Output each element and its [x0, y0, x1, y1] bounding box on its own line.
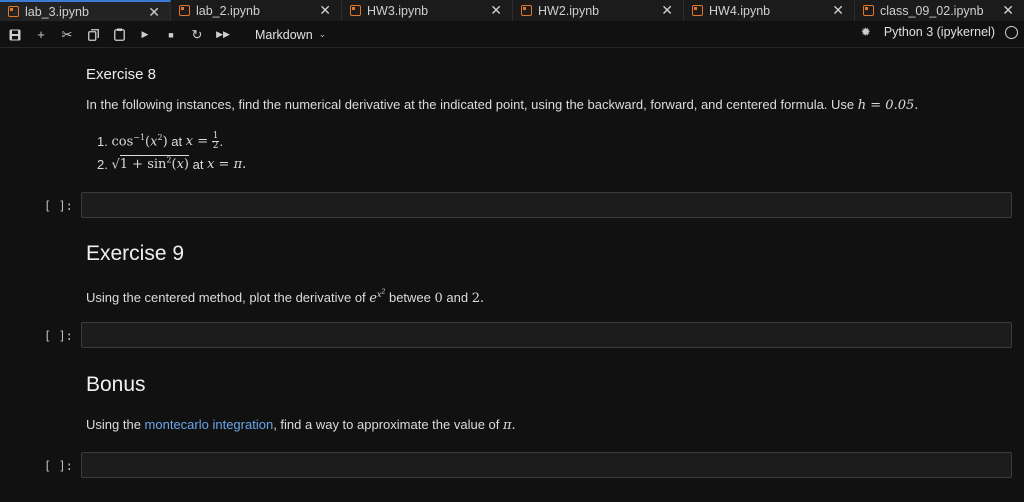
cell-type-value: Markdown [255, 27, 313, 42]
math-two: 2. [471, 290, 485, 306]
tab-label: HW4.ipynb [709, 3, 771, 18]
tab-hw2[interactable]: HW2.ipynb ✕ [513, 0, 684, 21]
chevron-down-icon: ⌄ [318, 29, 327, 39]
tab-label: HW3.ipynb [367, 3, 429, 18]
restart-icon[interactable]: ↻ [185, 24, 209, 46]
stop-icon[interactable]: ■ [159, 24, 183, 46]
item-number: 1. [97, 133, 108, 149]
close-icon[interactable]: ✕ [319, 2, 331, 19]
notebook-icon [179, 5, 190, 16]
code-cell-input[interactable] [81, 322, 1012, 348]
math-pi: π. [503, 418, 516, 433]
tab-label: lab_2.ipynb [196, 3, 260, 18]
paste-icon[interactable] [107, 24, 131, 46]
exercise-8-heading: Exercise 8 [86, 66, 157, 83]
close-icon[interactable]: ✕ [661, 2, 673, 19]
math-e-x2: ex2 [369, 288, 386, 306]
code-cell-input[interactable] [81, 192, 1012, 218]
exercise-9-heading: Exercise 9 [86, 242, 185, 265]
text: , find a way to approximate the value of [273, 417, 500, 432]
kernel-indicator[interactable]: ✹ Python 3 (ipykernel) [861, 25, 1018, 39]
text: Using the centered method, plot the deri… [86, 289, 366, 305]
tab-class-09-02[interactable]: class_09_02.ipynb ✕ [855, 0, 1024, 21]
notebook-icon [8, 6, 19, 17]
bonus-text: Using the montecarlo integration, find a… [86, 417, 516, 433]
notebook-icon [521, 5, 532, 16]
tab-label: HW2.ipynb [538, 3, 600, 18]
close-icon[interactable]: ✕ [148, 4, 160, 21]
save-icon[interactable] [3, 24, 27, 46]
math-zero: 0 [434, 290, 443, 306]
kernel-name: Python 3 (ipykernel) [883, 25, 995, 39]
montecarlo-link[interactable]: montecarlo integration [145, 417, 274, 432]
exercise-8-list: 1. cos−1(x2) at x = 12. 2. √1 + sin2(x) … [97, 128, 246, 174]
h-value: h = 0.05. [857, 98, 919, 113]
exercise-9-text: Using the centered method, plot the deri… [86, 288, 484, 306]
copy-icon[interactable] [81, 24, 105, 46]
notebook-icon [863, 5, 874, 16]
fast-forward-icon[interactable]: ▶▶ [211, 24, 235, 46]
close-icon[interactable]: ✕ [490, 2, 502, 19]
tab-label: lab_3.ipynb [25, 4, 89, 19]
fraction-one-half: 12 [211, 130, 220, 151]
tab-label: class_09_02.ipynb [880, 3, 984, 18]
notebook-icon [350, 5, 361, 16]
plus-icon[interactable]: + [29, 24, 53, 46]
tab-lab-3[interactable]: lab_3.ipynb ✕ [0, 0, 171, 21]
notebook-icon [692, 5, 703, 16]
math-expression: √1 + sin2(x) [111, 155, 189, 173]
text: Using the [86, 417, 141, 432]
math-x: x = [185, 133, 209, 149]
close-icon[interactable]: ✕ [1002, 2, 1014, 19]
cell-prompt: [ ]: [44, 459, 73, 473]
tab-hw3[interactable]: HW3.ipynb ✕ [342, 0, 513, 21]
bonus-heading: Bonus [86, 373, 146, 396]
list-item: 2. √1 + sin2(x) at x = π. [97, 154, 246, 174]
kernel-status-icon [1005, 25, 1018, 39]
math-x: x = π. [207, 156, 247, 172]
tab-hw4[interactable]: HW4.ipynb ✕ [684, 0, 855, 21]
notebook-toolbar: + ✂ ▶ ■ ↻ ▶▶ Markdown ⌄ ✹ Python 3 (ipyk… [0, 22, 1024, 48]
at-label: at [192, 156, 204, 172]
item-number: 2. [97, 156, 108, 172]
cell-type-select[interactable]: Markdown ⌄ [255, 28, 326, 42]
tab-lab-2[interactable]: lab_2.ipynb ✕ [171, 0, 342, 21]
text: betwee [388, 289, 431, 305]
tab-bar: lab_3.ipynb ✕ lab_2.ipynb ✕ HW3.ipynb ✕ … [0, 0, 1024, 21]
math-expression: cos−1(x2) [111, 132, 168, 150]
cell-prompt: [ ]: [44, 329, 73, 343]
at-label: at [171, 133, 183, 149]
exercise-8-intro: In the following instances, find the num… [86, 97, 1016, 113]
list-item: 1. cos−1(x2) at x = 12. [97, 130, 224, 151]
text: and [446, 289, 469, 305]
close-icon[interactable]: ✕ [832, 2, 844, 19]
intro-text: In the following instances, find the num… [86, 97, 855, 112]
code-cell-input[interactable] [81, 452, 1012, 478]
scissors-icon[interactable]: ✂ [55, 24, 79, 46]
cell-prompt: [ ]: [44, 199, 73, 213]
run-icon[interactable]: ▶ [133, 24, 157, 46]
gear-icon[interactable]: ✹ [861, 25, 871, 39]
